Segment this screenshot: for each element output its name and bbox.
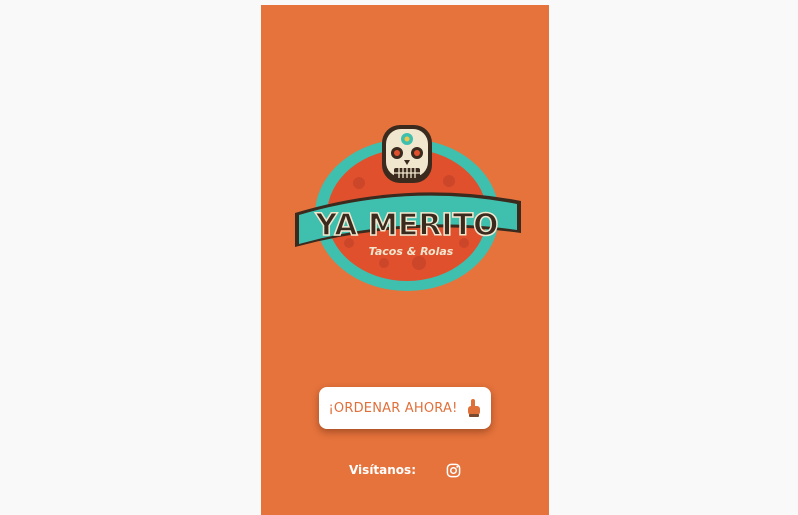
skull-icon [382, 125, 432, 183]
landing-panel: YA MERITO Tacos & Rolas ¡ORDENAR AHORA! … [261, 5, 549, 515]
logo-title: YA MERITO [314, 208, 498, 243]
ya-merito-logo: YA MERITO Tacos & Rolas [295, 125, 521, 291]
footer: Visítanos: [261, 460, 549, 480]
logo-tagline: Tacos & Rolas [369, 245, 454, 258]
pointing-hand-icon [467, 399, 480, 417]
order-now-label: ¡ORDENAR AHORA! [328, 400, 458, 416]
visit-us-label: Visítanos: [348, 463, 416, 477]
instagram-icon[interactable] [446, 463, 461, 478]
order-now-button[interactable]: ¡ORDENAR AHORA! [319, 387, 491, 429]
